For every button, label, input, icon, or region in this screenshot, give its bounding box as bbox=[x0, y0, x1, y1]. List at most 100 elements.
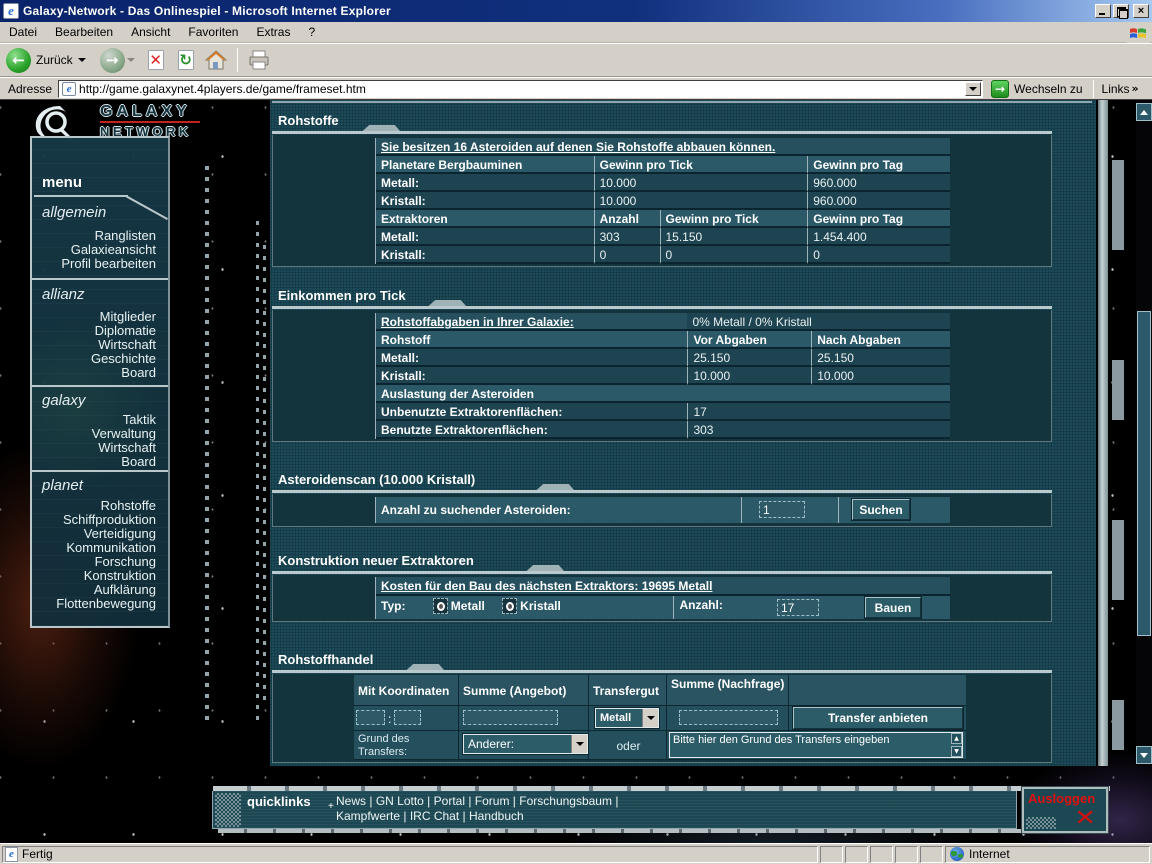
quicklink-irc-chat[interactable]: IRC Chat bbox=[410, 809, 459, 823]
quicklink-news[interactable]: News bbox=[336, 794, 366, 808]
quicklink-forum[interactable]: Forum bbox=[475, 794, 510, 808]
quicklink-gn-lotto[interactable]: GN Lotto bbox=[376, 794, 424, 808]
section-title-konstruktion: Konstruktion neuer Extraktoren bbox=[272, 553, 1052, 569]
sidebar-item-schiffproduktion[interactable]: Schiffproduktion bbox=[63, 512, 156, 527]
home-button[interactable] bbox=[204, 48, 228, 72]
status-pane: e Fertig bbox=[2, 846, 818, 863]
refresh-button[interactable]: ↻ bbox=[174, 48, 198, 72]
logout-box[interactable]: Ausloggen ✕ bbox=[1022, 787, 1108, 833]
grund-textarea[interactable]: Bitte hier den Grund des Transfers einge… bbox=[669, 732, 963, 758]
sidebar-item-rohstoffe[interactable]: Rohstoffe bbox=[101, 498, 156, 513]
asteroidenscan-panel: Anzahl zu suchender Asteroiden: 1 Suchen bbox=[272, 494, 1052, 527]
back-label[interactable]: Zurück bbox=[36, 53, 73, 67]
suchen-button[interactable]: Suchen bbox=[852, 499, 910, 520]
menu-title: menu bbox=[42, 174, 82, 191]
address-url[interactable]: http://game.galaxynet.4players.de/game/f… bbox=[79, 82, 366, 96]
cell-value: 15.150 bbox=[660, 228, 808, 246]
scrollbar-thumb[interactable] bbox=[1137, 311, 1151, 636]
sidebar-item-verwaltung[interactable]: Verwaltung bbox=[92, 426, 156, 441]
go-arrow-icon: → bbox=[991, 80, 1009, 98]
address-input[interactable]: e http://game.galaxynet.4players.de/game… bbox=[58, 80, 983, 98]
quicklink-portal[interactable]: Portal bbox=[434, 794, 465, 808]
internet-globe-icon bbox=[950, 847, 964, 861]
cell-value: 0 bbox=[807, 246, 950, 264]
anzahl-input[interactable]: 17 bbox=[777, 599, 819, 616]
logout-label[interactable]: Ausloggen bbox=[1028, 791, 1095, 806]
col-header: Mit Koordinaten bbox=[354, 675, 459, 706]
menu-bearbeiten[interactable]: Bearbeiten bbox=[46, 22, 122, 42]
scrollbar-down-button[interactable] bbox=[1136, 746, 1152, 764]
sidebar-item-aufklaerung[interactable]: Aufklärung bbox=[94, 582, 156, 597]
links-chevron-icon[interactable]: » bbox=[1132, 82, 1139, 95]
menu-extras[interactable]: Extras bbox=[247, 22, 299, 42]
angebot-input[interactable] bbox=[463, 710, 558, 725]
section-title-einkommen: Einkommen pro Tick bbox=[272, 288, 1052, 304]
radio-kristall-label: Kristall bbox=[520, 599, 561, 613]
select-arrow-icon[interactable] bbox=[571, 735, 587, 753]
col-header: Transfergut bbox=[589, 675, 667, 706]
section-einkommen: Einkommen pro Tick Rohstoffabgaben in Ih… bbox=[272, 288, 1052, 442]
quicklink-handbuch[interactable]: Handbuch bbox=[469, 809, 524, 823]
textarea-scrollbar[interactable]: ▲▼ bbox=[951, 733, 962, 757]
col-header: Rohstoff bbox=[376, 331, 687, 349]
menu-favoriten[interactable]: Favoriten bbox=[179, 22, 247, 42]
sidebar-item-flottenbewegung[interactable]: Flottenbewegung bbox=[56, 596, 156, 611]
rohstoffe-banner: Sie besitzen 16 Asteroiden auf denen Sie… bbox=[376, 138, 950, 156]
select-arrow-icon[interactable] bbox=[642, 709, 658, 727]
print-button[interactable] bbox=[247, 48, 271, 72]
menu-ansicht[interactable]: Ansicht bbox=[122, 22, 179, 42]
close-button[interactable]: × bbox=[1133, 4, 1149, 18]
forward-button[interactable]: → bbox=[100, 48, 125, 73]
minimize-button[interactable] bbox=[1095, 4, 1111, 18]
sidebar-item-verteidigung[interactable]: Verteidigung bbox=[84, 526, 156, 541]
forward-dropdown-icon[interactable] bbox=[127, 58, 135, 62]
back-dropdown-icon[interactable] bbox=[78, 58, 86, 62]
quicklink-kampfwerte[interactable]: Kampfwerte bbox=[336, 809, 400, 823]
sidebar-item-ranglisten[interactable]: Ranglisten bbox=[95, 228, 156, 243]
sidebar-item-forschung[interactable]: Forschung bbox=[95, 554, 156, 569]
sidebar-item-kommunikation[interactable]: Kommunikation bbox=[66, 540, 156, 555]
navigation-toolbar: ← Zurück → ✕ ↻ bbox=[0, 43, 1152, 77]
sidebar-item-board[interactable]: Board bbox=[121, 365, 156, 380]
address-dropdown-button[interactable] bbox=[965, 82, 981, 96]
scrollbar-up-button[interactable] bbox=[1136, 103, 1152, 121]
sidebar-item-mitglieder[interactable]: Mitglieder bbox=[100, 309, 156, 324]
grund-select[interactable]: Anderer: bbox=[463, 734, 588, 754]
transfer-anbieten-button[interactable]: Transfer anbieten bbox=[793, 707, 963, 729]
quicklink-forschungsbaum[interactable]: Forschungsbaum bbox=[519, 794, 612, 808]
menu-section-allgemein: allgemein bbox=[42, 204, 106, 221]
sidebar-item-diplomatie[interactable]: Diplomatie bbox=[95, 323, 156, 338]
menu-hilfe[interactable]: ? bbox=[299, 22, 324, 42]
sidebar-item-geschichte[interactable]: Geschichte bbox=[91, 351, 156, 366]
sidebar-item-profil-bearbeiten[interactable]: Profil bearbeiten bbox=[61, 256, 156, 271]
radio-metall[interactable] bbox=[433, 598, 448, 614]
transfergut-select[interactable]: Metall bbox=[595, 708, 659, 728]
sidebar-item-board-galaxy[interactable]: Board bbox=[121, 454, 156, 469]
restore-button[interactable] bbox=[1113, 4, 1129, 18]
cell-value: 0 bbox=[594, 246, 660, 264]
sidebar-item-galaxieansicht[interactable]: Galaxieansicht bbox=[71, 242, 156, 257]
coord-input-2[interactable] bbox=[394, 710, 421, 725]
stop-button[interactable]: ✕ bbox=[144, 48, 168, 72]
row-label: Kristall: bbox=[376, 192, 594, 210]
sidebar-item-taktik[interactable]: Taktik bbox=[123, 412, 156, 427]
scan-count-input[interactable]: 1 bbox=[759, 501, 805, 518]
radio-kristall[interactable] bbox=[502, 598, 517, 614]
status-text: Fertig bbox=[22, 847, 53, 861]
logout-x-icon[interactable]: ✕ bbox=[1074, 806, 1096, 831]
back-button[interactable]: ← bbox=[6, 48, 31, 73]
sidebar-item-wirtschaft-galaxy[interactable]: Wirtschaft bbox=[98, 440, 156, 455]
links-label[interactable]: Links bbox=[1102, 82, 1130, 96]
menu-section-allianz: allianz bbox=[42, 286, 85, 303]
konstruktion-table: Kosten für den Bau des nächsten Extrakto… bbox=[375, 577, 950, 619]
bauen-button[interactable]: Bauen bbox=[865, 597, 921, 618]
sidebar-item-wirtschaft[interactable]: Wirtschaft bbox=[98, 337, 156, 352]
cell-value: 10.000 bbox=[594, 174, 808, 192]
nachfrage-input[interactable] bbox=[679, 710, 778, 725]
go-button[interactable]: → Wechseln zu bbox=[991, 80, 1090, 98]
coord-input-1[interactable] bbox=[356, 710, 385, 725]
cost-line: Kosten für den Bau des nächsten Extrakto… bbox=[376, 577, 950, 596]
menu-datei[interactable]: Datei bbox=[0, 22, 46, 42]
usage-header: Auslastung der Asteroiden bbox=[376, 385, 950, 403]
sidebar-item-konstruktion[interactable]: Konstruktion bbox=[84, 568, 156, 583]
